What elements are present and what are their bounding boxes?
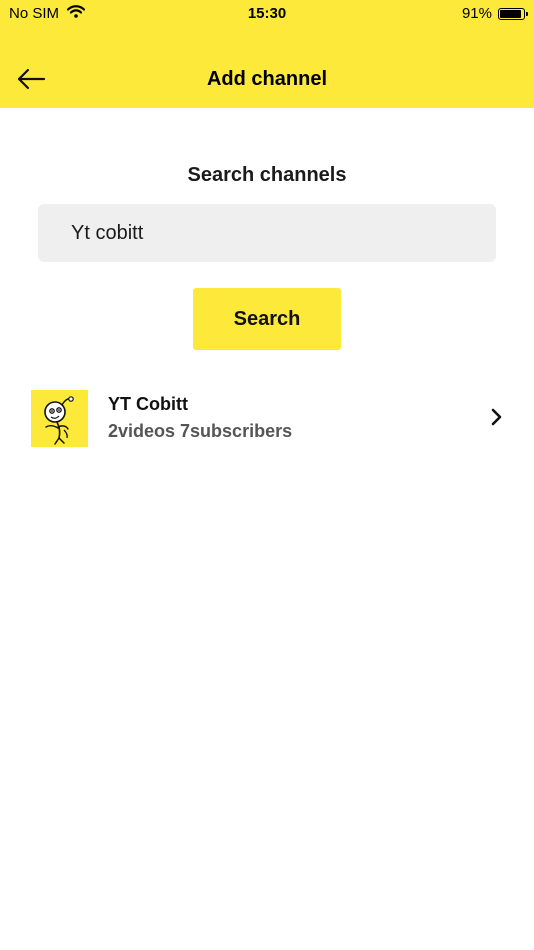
battery-level bbox=[500, 9, 521, 18]
page-title: Add channel bbox=[206, 68, 327, 90]
cartoon-character-icon bbox=[44, 396, 74, 445]
search-section-title: Search channels bbox=[187, 164, 347, 186]
channel-stats: 2videos 7subscribers bbox=[108, 421, 293, 441]
channel-name: YT Cobitt bbox=[108, 394, 188, 414]
app-header: No SIM 15:30 91% Add channel bbox=[0, 0, 534, 108]
battery-cap bbox=[526, 11, 528, 16]
status-right: 91% bbox=[461, 5, 528, 22]
chevron-right-icon bbox=[489, 407, 505, 427]
status-time: 15:30 bbox=[247, 5, 287, 22]
battery-icon bbox=[498, 7, 528, 20]
battery-percent: 91% bbox=[461, 5, 492, 22]
channel-result-row[interactable]: YT Cobitt 2videos 7subscribers bbox=[0, 380, 534, 456]
search-input[interactable] bbox=[38, 204, 496, 262]
channel-avatar bbox=[31, 390, 88, 447]
search-button[interactable]: Search bbox=[193, 288, 341, 350]
status-bar: No SIM 15:30 91% bbox=[0, 0, 534, 28]
